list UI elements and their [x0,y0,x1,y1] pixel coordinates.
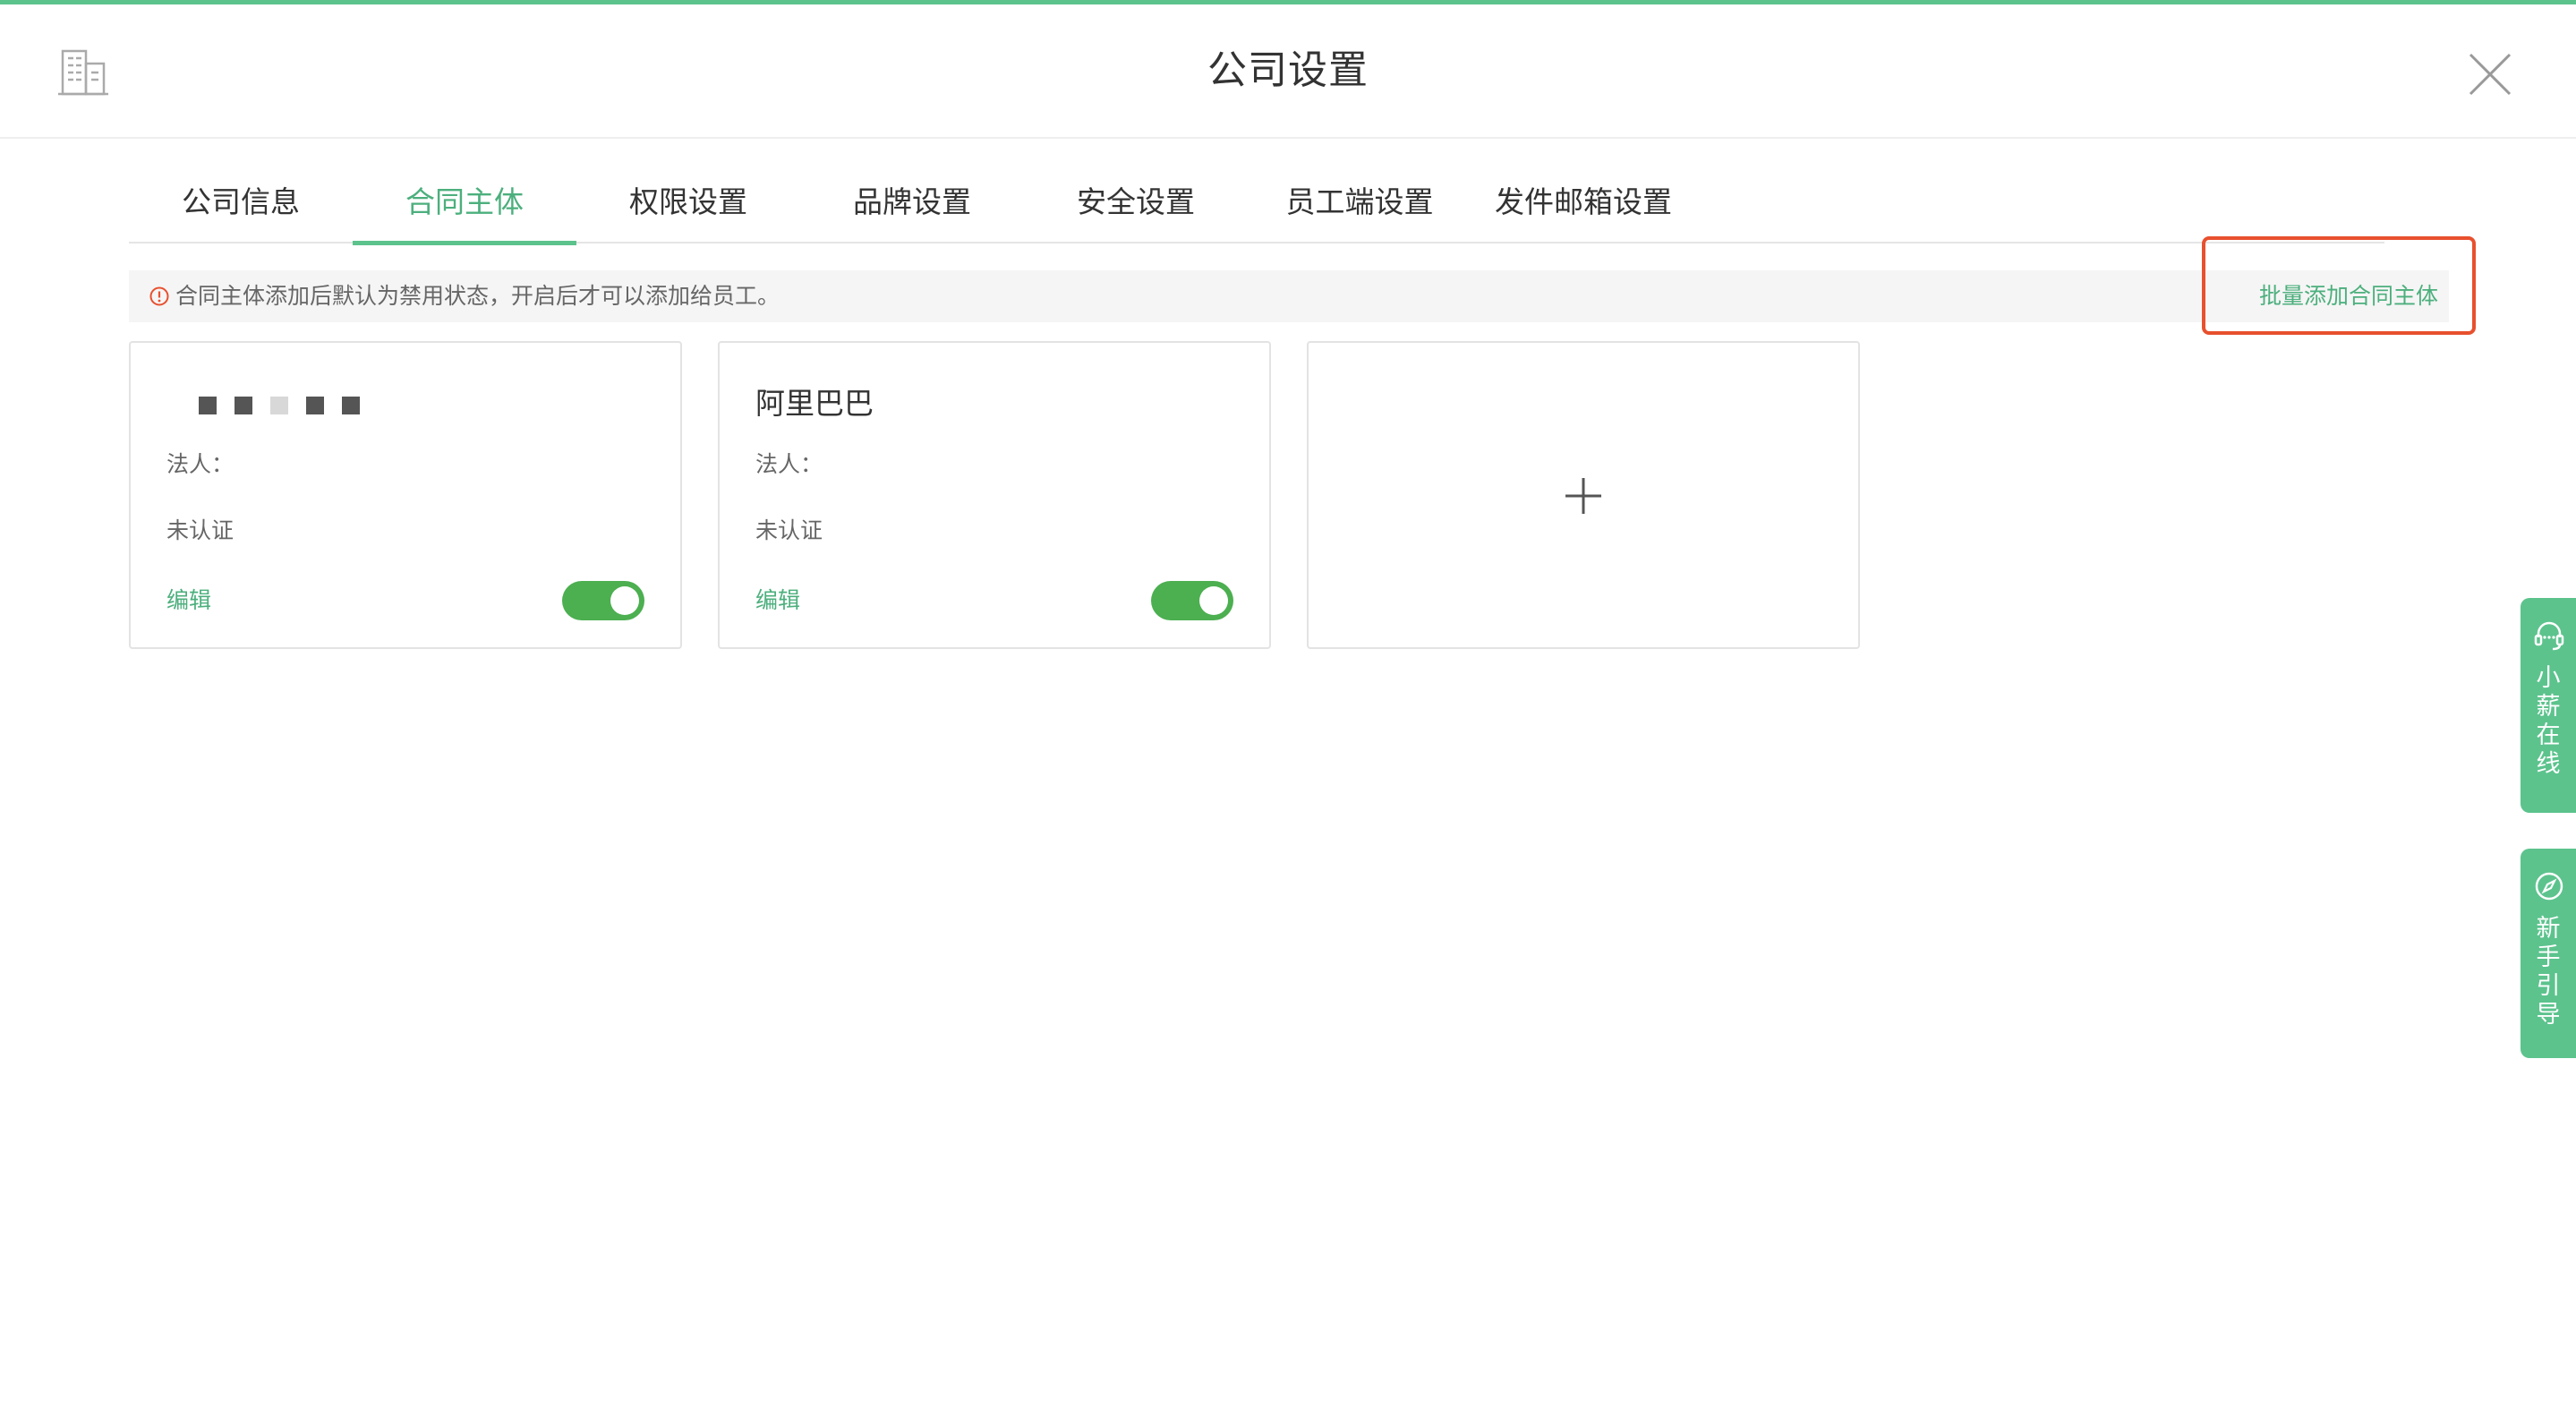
add-contract-entity-card[interactable] [1307,341,1860,649]
beginner-guide-button[interactable]: 新手引导 [2521,849,2576,1058]
settings-tabs: 公司信息 合同主体 权限设置 品牌设置 安全设置 员工端设置 发件邮箱设置 [129,170,2384,245]
tab-email-sender[interactable]: 发件邮箱设置 [1471,170,1695,243]
contract-entity-card: 法人： 未认证 编辑 [129,341,682,649]
tab-contract-entity[interactable]: 合同主体 [353,170,576,245]
toggle-knob [1199,586,1228,615]
certification-status: 未认证 [166,517,235,543]
toggle-knob [610,586,639,615]
plus-icon [1565,478,1601,514]
header: 公司设置 [0,4,2576,139]
headset-icon [2534,621,2564,651]
enable-toggle[interactable] [562,581,644,620]
entity-name: 阿里巴巴 [755,386,874,421]
online-support-label: 小薪在线 [2536,664,2561,778]
tab-brand[interactable]: 品牌设置 [800,170,1024,243]
compass-icon [2535,872,2563,901]
highlight-annotation [2202,236,2476,335]
tab-company-info[interactable]: 公司信息 [129,170,353,243]
beginner-guide-label: 新手引导 [2536,915,2561,1029]
edit-link[interactable]: 编辑 [166,583,211,619]
page-title: 公司设置 [1207,47,1369,93]
certification-status: 未认证 [755,517,823,543]
close-icon[interactable] [2463,47,2517,101]
legal-person-label: 法人： [755,451,823,477]
notice-text: 合同主体添加后默认为禁用状态，开启后才可以添加给员工。 [175,283,780,309]
enable-toggle[interactable] [1151,581,1233,620]
notice-bar: 合同主体添加后默认为禁用状态，开启后才可以添加给员工。 [129,270,2449,322]
contract-entity-card: 阿里巴巴 法人： 未认证 编辑 [718,341,1271,649]
legal-person-label: 法人： [166,451,235,477]
online-support-button[interactable]: 小薪在线 [2521,598,2576,813]
edit-link[interactable]: 编辑 [755,583,800,619]
tab-employee-portal[interactable]: 员工端设置 [1248,170,1471,243]
tab-permissions[interactable]: 权限设置 [576,170,800,243]
info-circle-icon [149,286,169,306]
tab-security[interactable]: 安全设置 [1024,170,1248,243]
